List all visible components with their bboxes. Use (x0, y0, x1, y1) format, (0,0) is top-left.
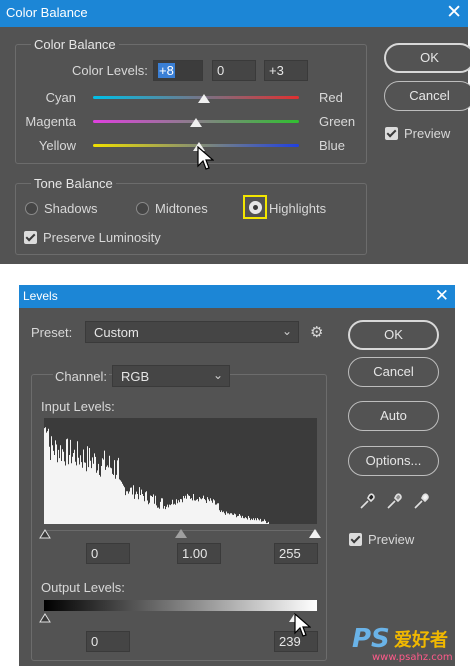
color-levels-label: Color Levels: (72, 63, 148, 78)
tone-balance-title: Tone Balance (31, 176, 116, 191)
preserve-luminosity-checkbox[interactable] (24, 231, 37, 244)
preview-checkbox[interactable] (385, 127, 398, 140)
slider-cyan-red-track[interactable] (93, 96, 299, 99)
watermark-url: www.psahz.com (372, 652, 453, 663)
levels-dialog: Levels ✕ Preset: Custom ⌄ ⚙ Channel: RGB ⌄… (19, 285, 455, 666)
chevron-down-icon: ⌄ (212, 368, 223, 382)
cancel-button[interactable]: Cancel (384, 81, 470, 111)
radio-highlights[interactable] (249, 201, 262, 214)
ok-button[interactable]: OK (348, 320, 439, 350)
chevron-down-icon: ⌄ (281, 324, 292, 338)
radio-shadows[interactable] (25, 202, 38, 215)
preset-label: Preset: (31, 325, 73, 340)
color-level-magenta-green-field[interactable]: 0 (212, 60, 256, 81)
slider-green-label: Green (319, 114, 356, 129)
color-level-yellow-blue-field[interactable]: +3 (264, 60, 308, 81)
preview-label: Preview (404, 126, 451, 141)
watermark-site-text: 爱好者 (394, 630, 448, 651)
slider-magenta-green-thumb[interactable] (190, 118, 202, 127)
color-level-cyan-red-field[interactable]: +8 (153, 60, 203, 81)
close-icon[interactable]: ✕ (435, 284, 449, 308)
histogram (44, 418, 317, 524)
slider-magenta-label: Magenta (25, 114, 76, 129)
options-button[interactable]: Options... (348, 446, 439, 476)
input-black-point-handle[interactable] (39, 529, 51, 539)
input-midtone-handle[interactable] (175, 529, 187, 538)
radio-highlights-label: Highlights (269, 201, 327, 216)
output-gradient-bar (44, 600, 317, 611)
input-white-point-handle[interactable] (309, 529, 321, 538)
channel-label: Channel: (53, 369, 110, 384)
gear-icon[interactable]: ⚙ (310, 323, 323, 341)
watermark-logo: PS (352, 624, 390, 654)
output-black-field[interactable]: 0 (86, 631, 130, 652)
slider-red-label: Red (319, 90, 343, 105)
color-balance-dialog: Color Balance ✕ Color Balance Color Leve… (0, 0, 470, 264)
black-eyedropper-icon[interactable] (358, 493, 376, 511)
watermark: PS 爱好者 www.psahz.com (352, 622, 464, 666)
preview-label: Preview (368, 532, 415, 547)
preset-select[interactable]: Custom ⌄ (85, 321, 299, 343)
radio-midtones-label: Midtones (155, 201, 208, 216)
input-black-field[interactable]: 0 (86, 543, 130, 564)
close-icon[interactable]: ✕ (446, 1, 462, 25)
cancel-button[interactable]: Cancel (348, 357, 439, 387)
radio-midtones[interactable] (136, 202, 149, 215)
mouse-cursor-icon (294, 613, 311, 637)
slider-blue-label: Blue (319, 138, 346, 153)
radio-shadows-label: Shadows (44, 201, 98, 216)
output-black-handle[interactable] (39, 613, 51, 623)
slider-cyan-label: Cyan (45, 90, 76, 105)
input-white-field[interactable]: 255 (274, 543, 318, 564)
channel-select[interactable]: RGB ⌄ (112, 365, 230, 387)
gray-eyedropper-icon[interactable] (385, 493, 403, 511)
levels-titlebar[interactable]: Levels ✕ (19, 285, 455, 308)
slider-cyan-red-thumb[interactable] (198, 94, 211, 103)
color-balance-titlebar[interactable]: Color Balance ✕ (0, 0, 468, 27)
mouse-cursor-icon (197, 146, 214, 170)
dialog-title: Levels (23, 289, 58, 303)
preserve-luminosity-label: Preserve Luminosity (43, 230, 161, 245)
dialog-title: Color Balance (6, 5, 88, 20)
output-levels-label: Output Levels: (41, 580, 125, 595)
ok-button[interactable]: OK (384, 43, 470, 73)
white-eyedropper-icon[interactable] (412, 493, 430, 511)
auto-button[interactable]: Auto (348, 401, 439, 431)
input-midtone-field[interactable]: 1.00 (177, 543, 221, 564)
slider-yellow-label: Yellow (38, 138, 76, 153)
input-levels-label: Input Levels: (41, 399, 115, 414)
color-balance-group-title: Color Balance (31, 37, 119, 52)
preview-checkbox[interactable] (349, 533, 362, 546)
